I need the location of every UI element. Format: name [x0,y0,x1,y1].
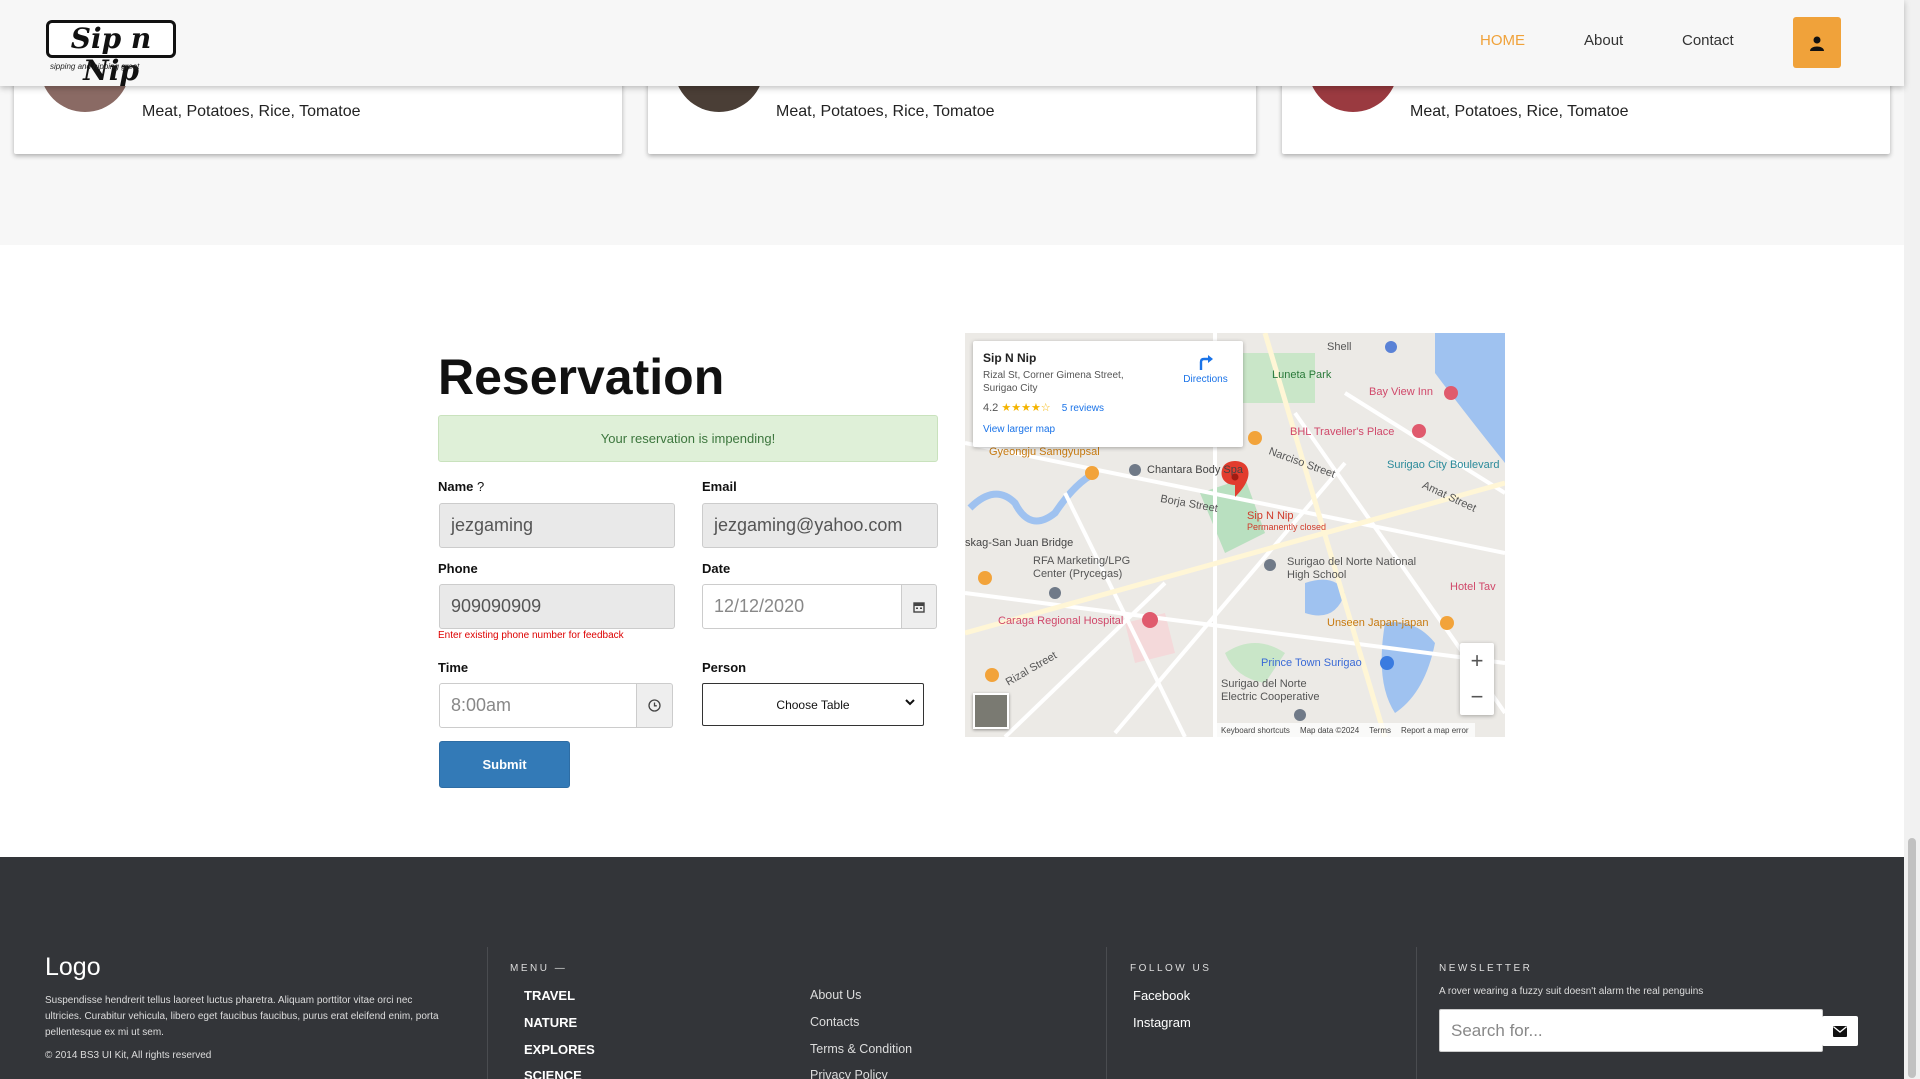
map-info-card: Sip N Nip Rizal St, Corner Gimena Street… [973,341,1243,447]
site-logo[interactable]: Sip n Nip sipping and nipping great [46,12,178,87]
table-select-value: Choose Table [776,697,850,712]
footer-menu-explores[interactable]: EXPLORES [524,1042,595,1057]
email-label: Email [702,479,737,494]
view-larger-map-link[interactable]: View larger map [983,424,1233,435]
person-label: Person [702,660,747,675]
map-label: RFA Marketing/LPG Center (Prycegas) [1033,555,1131,580]
footer-instagram-link[interactable]: Instagram [1133,1015,1191,1030]
recipe-ingredients: Meat, Potatoes, Rice, Tomatoe [142,103,361,120]
reservation-alert: Your reservation is impending! [438,415,938,462]
map-address: Rizal St, Corner Gimena Street, Surigao … [983,370,1124,394]
map-label: Surigao del Norte Electric Cooperative [1221,678,1320,703]
map-layer-toggle[interactable] [973,693,1009,729]
map-label: skag-San Juan Bridge [965,537,1074,549]
map-label: Bay View Inn [1369,386,1434,398]
report-error-link[interactable]: Report a map error [1401,726,1469,735]
time-input[interactable]: 8:00am [439,683,637,728]
directions-icon [1199,355,1213,370]
footer-about-link[interactable]: About Us [810,988,861,1002]
map-reviews-link[interactable]: 5 reviews [1062,403,1104,414]
recipe-ingredients: Meat, Potatoes, Rice, Tomatoe [1410,103,1629,120]
footer-divider [487,947,488,1079]
map-zoom-controls: + − [1460,643,1494,715]
nav-home-link[interactable]: HOME [1480,32,1525,49]
map-label: Prince Town Surigao [1261,657,1362,669]
zoom-in-button[interactable]: + [1460,643,1494,679]
map-label: Surigao del Norte National High School [1287,556,1417,581]
map-label: Sip N Nip [1247,510,1294,522]
submit-button[interactable]: Submit [439,741,570,788]
time-picker-button[interactable] [636,683,673,728]
footer-description: Suspendisse hendrerit tellus laoreet luc… [45,995,439,1038]
phone-input[interactable]: 909090909 [439,584,675,629]
time-label: Time [438,660,469,675]
logo-badge: Sip n Nip [46,20,176,87]
navbar: Sip n Nip sipping and nipping great HOME… [0,0,1904,87]
footer-copyright: © 2014 BS3 UI Kit, All rights reserved [45,1050,212,1061]
date-label: Date [702,561,731,576]
footer-menu-science[interactable]: SCIENCE [524,1068,582,1079]
clock-icon [648,699,661,712]
map-label: Shell [1327,341,1352,353]
map-rating: 4.2 ★★★★☆ 5 reviews [983,402,1104,414]
recipe-ingredients: Meat, Potatoes, Rice, Tomatoe [776,103,995,120]
map-label: Luneta Park [1272,369,1332,381]
footer-privacy-link[interactable]: Privacy Policy [810,1068,888,1079]
map-label: Hotel Tav [1450,581,1496,593]
footer-follow-heading: FOLLOW US [1130,963,1212,974]
user-icon [1810,36,1824,51]
footer-menu-nature[interactable]: NATURE [524,1015,577,1030]
reservation-title: Reservation [438,349,725,405]
map-label: Unseen Japan-japan [1327,617,1429,629]
map-label: Surigao City Boulevard [1387,459,1500,471]
newsletter-text: A rover wearing a fuzzy suit doesn't ala… [1439,986,1704,997]
footer-logo: Logo [45,953,101,981]
zoom-out-button[interactable]: − [1460,679,1494,715]
keyboard-shortcuts-link[interactable]: Keyboard shortcuts [1221,726,1290,735]
date-input[interactable]: 12/12/2020 [702,584,902,629]
newsletter-search-input[interactable]: Search for... [1439,1009,1823,1052]
footer-menu-heading: MENU — [510,963,568,974]
rating-stars: ★★★★☆ [1001,402,1051,414]
map-label: Gyeongju Samgyupsal [989,446,1100,458]
terms-link[interactable]: Terms [1369,726,1391,735]
name-required-mark: ? [477,479,485,494]
phone-label: Phone [438,561,478,576]
date-picker-button[interactable] [901,584,937,629]
map-label: Permanently closed [1247,522,1327,532]
footer-contacts-link[interactable]: Contacts [810,1015,859,1029]
map-label: Chantara Body Spa [1147,464,1244,476]
map-attribution: Keyboard shortcuts Map data ©2024 Terms … [1215,723,1475,737]
nav-contact-link[interactable]: Contact [1682,32,1734,49]
map-label: Caraga Regional Hospital [998,615,1124,627]
page-scrollbar[interactable] [1904,0,1920,1079]
logo-tagline: sipping and nipping great [50,62,140,71]
footer-terms-link[interactable]: Terms & Condition [810,1042,912,1056]
footer-newsletter-heading: NEWSLETTER [1439,963,1533,974]
map-data-text: Map data ©2024 [1299,725,1360,735]
site-footer: Logo Suspendisse hendrerit tellus laoree… [0,857,1904,1079]
map-label: BHL Traveller's Place [1290,426,1395,438]
footer-divider [1106,947,1107,1079]
footer-menu-travel[interactable]: TRAVEL [524,988,575,1003]
newsletter-submit-button[interactable] [1822,1016,1858,1046]
chevron-down-icon [905,699,915,706]
nav-about-link[interactable]: About [1584,32,1623,49]
location-map[interactable]: Shell Luneta Park Bay View Inn BHL Trave… [965,333,1505,737]
name-input[interactable]: jezgaming [439,503,675,548]
table-select[interactable]: Choose Table [702,683,924,726]
name-label: Name ? [438,479,485,494]
footer-facebook-link[interactable]: Facebook [1133,988,1190,1003]
envelope-icon [1833,1025,1847,1037]
calendar-icon [913,601,925,613]
directions-button[interactable]: Directions [1178,353,1233,385]
user-account-button[interactable] [1793,17,1841,68]
email-input[interactable]: jezgaming@yahoo.com [702,503,938,548]
scrollbar-thumb[interactable] [1908,838,1916,1078]
phone-help-text: Enter existing phone number for feedback [438,630,624,641]
footer-divider [1416,947,1417,1079]
